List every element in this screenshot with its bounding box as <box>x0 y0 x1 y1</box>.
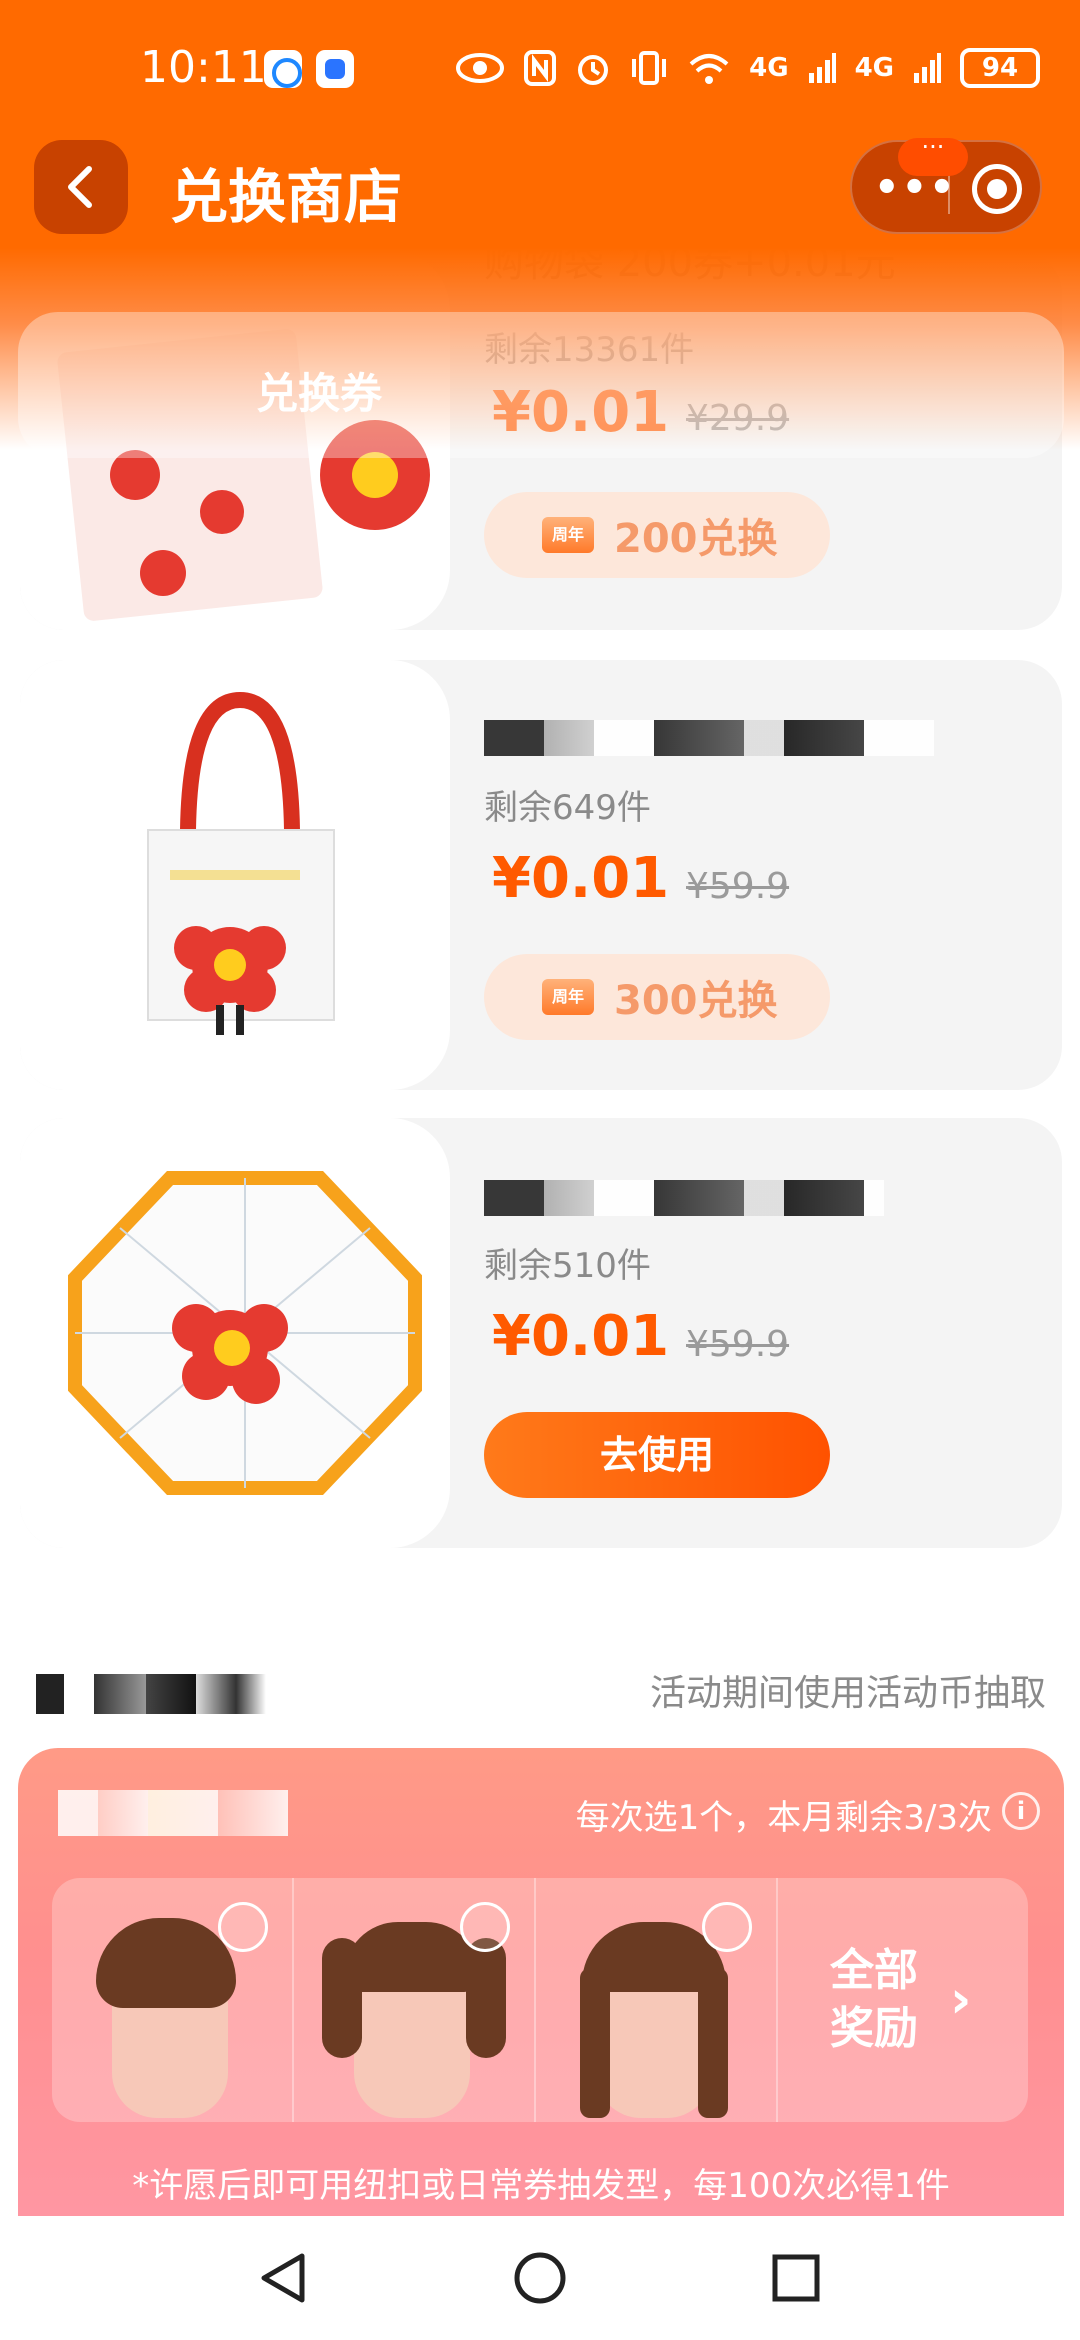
page-title: 兑换商店 <box>170 163 403 231</box>
nfc-icon <box>524 50 557 86</box>
wifi-icon <box>689 54 729 84</box>
vibrate-icon <box>632 51 667 85</box>
product-original-price: ¥59.9 <box>686 1324 790 1365</box>
eye-icon <box>456 53 505 83</box>
all-rewards-link[interactable]: 全部奖励 › <box>778 1878 1028 2122</box>
back-triangle-icon[interactable] <box>256 2250 312 2306</box>
chevron-left-icon <box>68 166 92 208</box>
product-image <box>20 660 450 1090</box>
section-title-redacted <box>36 1674 266 1714</box>
back-button[interactable] <box>34 140 128 234</box>
product-card[interactable]: 剩余510件 ¥0.01 ¥59.9 去使用 <box>20 1118 1062 1548</box>
hairstyle-option[interactable] <box>294 1878 536 2122</box>
coupon-icon: 周年 <box>542 979 594 1015</box>
pigtails-hair-icon <box>344 1922 480 1992</box>
all-rewards-label: 全部奖励 <box>830 1945 918 2054</box>
product-name: 购物袋 200券+0.01元 <box>484 250 896 286</box>
signal-icon-1 <box>808 53 836 83</box>
status-time: 10:11 <box>140 42 267 93</box>
short-hair-icon <box>96 1918 236 2008</box>
status-bar: 10:11 4G 4G 94 <box>0 0 1080 140</box>
product-name-redacted <box>484 720 934 756</box>
network-label-1: 4G <box>749 53 789 83</box>
product-image <box>20 1118 450 1548</box>
notification-dots-icon: ··· <box>898 135 968 176</box>
hairstyle-option[interactable] <box>536 1878 778 2122</box>
signal-icon-2 <box>914 53 941 83</box>
recents-square-icon[interactable] <box>768 2250 824 2306</box>
wish-panel: 每次选1个，本月剩余3/3次 i 全部奖励 › *许愿后即可用纽扣或日常券抽发型… <box>18 1748 1064 2268</box>
wish-remaining-hint: 每次选1个，本月剩余3/3次 <box>575 1798 992 1838</box>
product-name-redacted <box>484 1180 884 1216</box>
product-card[interactable]: 剩余649件 ¥0.01 ¥59.9 周年 300兑换 <box>20 660 1062 1090</box>
close-mini-program-icon[interactable] <box>972 164 1022 214</box>
use-button[interactable]: 去使用 <box>484 1412 830 1498</box>
status-indicators: 4G 4G 94 <box>455 48 1040 88</box>
product-stock: 剩余510件 <box>484 1246 651 1286</box>
redeem-button[interactable]: 周年 300兑换 <box>484 954 830 1040</box>
system-nav-bar <box>0 2216 1080 2340</box>
chevron-right-icon: › <box>950 1970 972 2030</box>
product-stock: 剩余649件 <box>484 788 651 828</box>
umbrella-image <box>68 1171 422 1495</box>
flower-face <box>352 452 398 498</box>
product-original-price: ¥59.9 <box>686 866 790 907</box>
network-label-2: 4G <box>854 53 894 83</box>
more-options-icon[interactable]: ••• <box>874 168 957 208</box>
canvas-bag-image <box>147 691 335 1035</box>
select-radio[interactable] <box>218 1902 268 1952</box>
product-price: ¥0.01 <box>492 846 670 911</box>
wish-footer-note: *许愿后即可用纽扣或日常券抽发型，每100次必得1件 <box>132 2166 950 2206</box>
redeem-button[interactable]: 周年 200兑换 <box>484 492 830 578</box>
qq-app-icon <box>264 50 302 88</box>
select-radio[interactable] <box>460 1902 510 1952</box>
hairstyle-option[interactable] <box>52 1878 294 2122</box>
tab-coupons[interactable]: 兑换券 <box>256 360 382 421</box>
battery-indicator: 94 <box>960 48 1040 88</box>
redeem-label: 200兑换 <box>614 516 778 562</box>
section-hint: 活动期间使用活动币抽取 <box>649 1673 1046 1714</box>
app-notification-icon <box>316 50 354 88</box>
redeem-label: 300兑换 <box>614 978 778 1024</box>
info-icon[interactable]: i <box>1002 1792 1040 1830</box>
alarm-icon <box>578 55 609 85</box>
home-circle-icon[interactable] <box>512 2250 568 2306</box>
coupon-icon: 周年 <box>542 517 594 553</box>
select-radio[interactable] <box>702 1902 752 1952</box>
product-price: ¥0.01 <box>492 1304 670 1369</box>
wish-title-redacted <box>58 1790 288 1836</box>
tab-bar <box>18 312 1064 458</box>
hairstyle-grid: 全部奖励 › <box>52 1878 1028 2122</box>
